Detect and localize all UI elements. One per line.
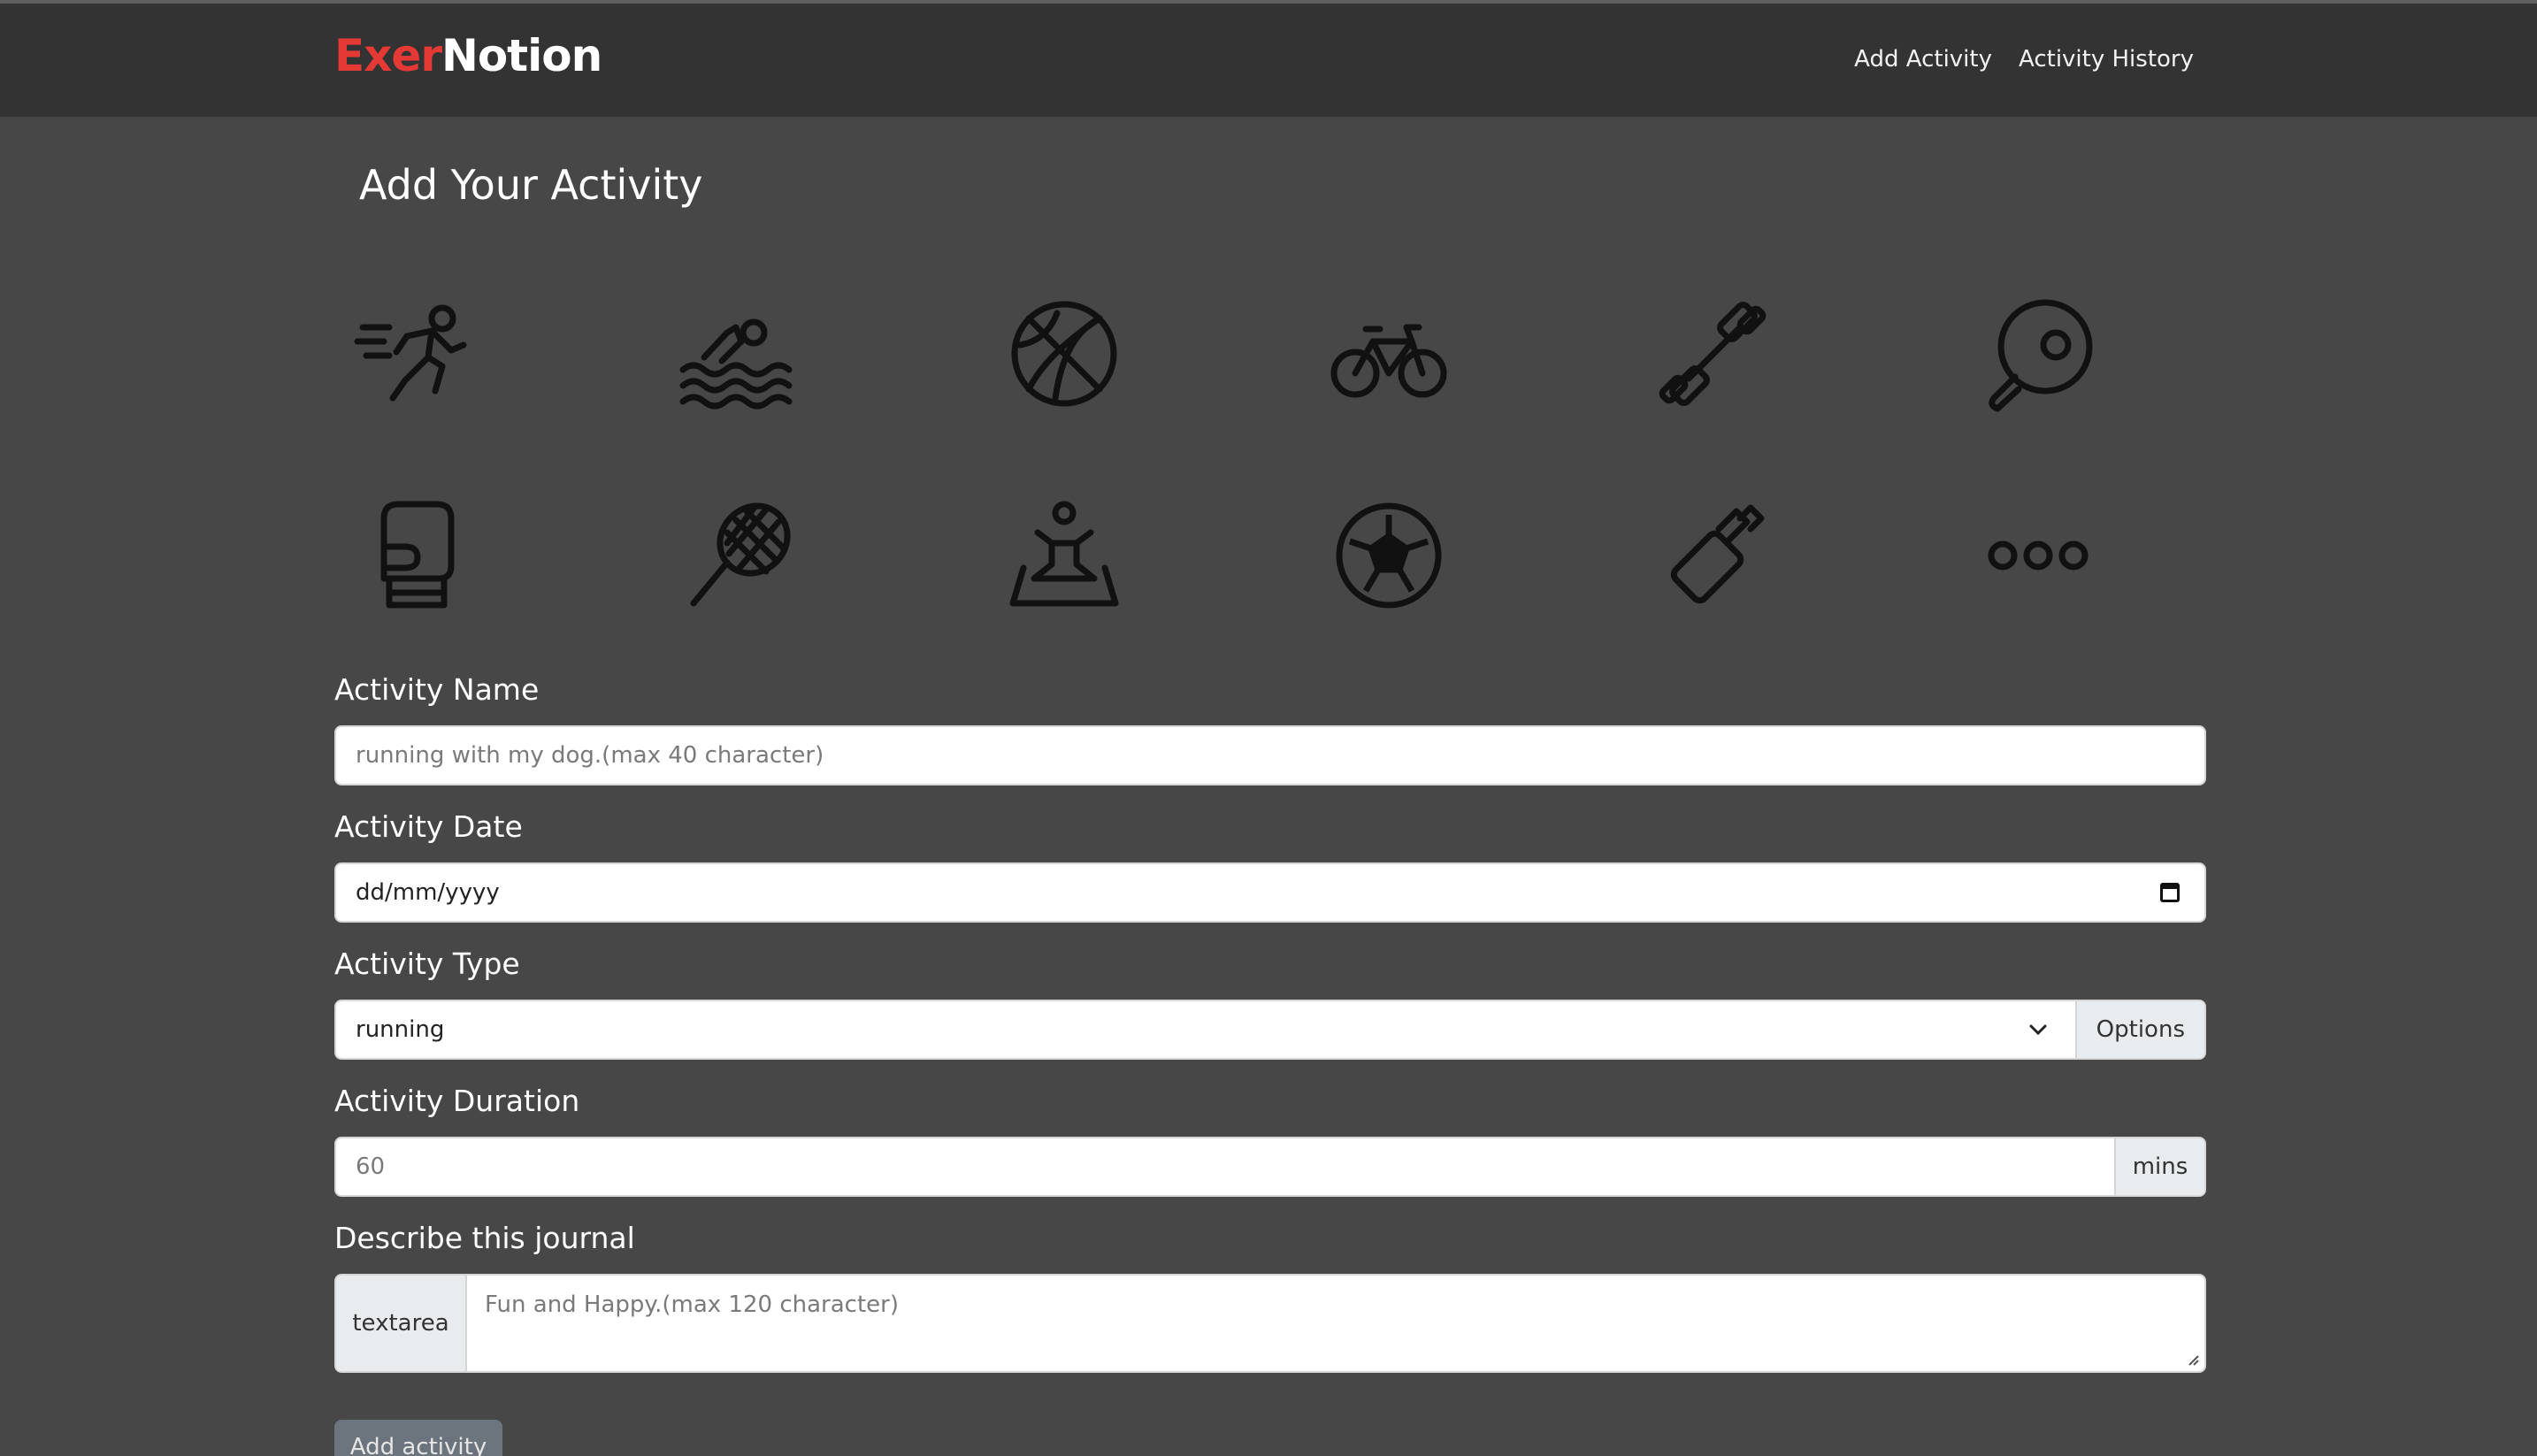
brand-logo[interactable]: ExerNotion xyxy=(334,30,602,81)
chevron-down-icon xyxy=(2029,1024,2047,1036)
basketball-icon[interactable] xyxy=(1002,292,1126,416)
brand-logo-exer: Exer xyxy=(334,30,442,81)
brand-logo-notion: Notion xyxy=(441,30,602,81)
activity-type-value: running xyxy=(356,1016,445,1043)
yoga-icon[interactable] xyxy=(1002,494,1126,617)
nav-links: Add Activity Activity History xyxy=(1854,46,2194,73)
activity-type-label: Activity Type xyxy=(334,946,520,981)
nav-add-activity-link[interactable]: Add Activity xyxy=(1854,46,1992,73)
cycling-icon[interactable] xyxy=(1327,292,1451,416)
activity-date-label: Activity Date xyxy=(334,809,523,844)
table-tennis-icon[interactable] xyxy=(1976,292,2100,416)
page-title: Add Your Activity xyxy=(359,161,703,209)
navbar: ExerNotion Add Activity Activity History xyxy=(0,4,2537,117)
journal-textarea[interactable]: Fun and Happy.(max 120 character) xyxy=(467,1276,2204,1371)
activity-name-placeholder: running with my dog.(max 40 character) xyxy=(356,742,824,769)
hand-grip-icon[interactable] xyxy=(1652,494,1775,617)
activity-date-value: dd/mm/yyyy xyxy=(356,879,500,906)
journal-textarea-group: textarea Fun and Happy.(max 120 characte… xyxy=(334,1274,2206,1373)
duration-unit-addon: mins xyxy=(2114,1138,2204,1195)
add-activity-button[interactable]: Add activity xyxy=(334,1420,502,1456)
activity-duration-label: Activity Duration xyxy=(334,1084,580,1118)
activity-icon-grid xyxy=(334,292,2206,646)
activity-name-label: Activity Name xyxy=(334,672,540,707)
more-options-icon[interactable] xyxy=(1976,494,2100,617)
journal-placeholder: Fun and Happy.(max 120 character) xyxy=(485,1291,899,1318)
soccer-ball-icon[interactable] xyxy=(1327,494,1451,617)
activity-type-select[interactable]: running Options xyxy=(334,1000,2206,1060)
boxing-glove-icon[interactable] xyxy=(354,494,478,617)
swimming-icon[interactable] xyxy=(678,292,801,416)
journal-textarea-addon: textarea xyxy=(336,1276,467,1371)
running-icon[interactable] xyxy=(354,292,478,416)
activity-duration-input[interactable]: 60 mins xyxy=(334,1137,2206,1197)
activity-type-options-addon: Options xyxy=(2074,1001,2204,1058)
calendar-icon[interactable] xyxy=(2160,883,2180,902)
activity-duration-placeholder: 60 xyxy=(356,1153,386,1180)
badminton-icon[interactable] xyxy=(678,494,801,617)
resize-handle-icon[interactable] xyxy=(2185,1352,2199,1366)
journal-label: Describe this journal xyxy=(334,1221,635,1255)
nav-activity-history-link[interactable]: Activity History xyxy=(2019,46,2194,73)
activity-date-input[interactable]: dd/mm/yyyy xyxy=(334,862,2206,923)
activity-name-input[interactable]: running with my dog.(max 40 character) xyxy=(334,725,2206,785)
dumbbell-icon[interactable] xyxy=(1652,292,1775,416)
